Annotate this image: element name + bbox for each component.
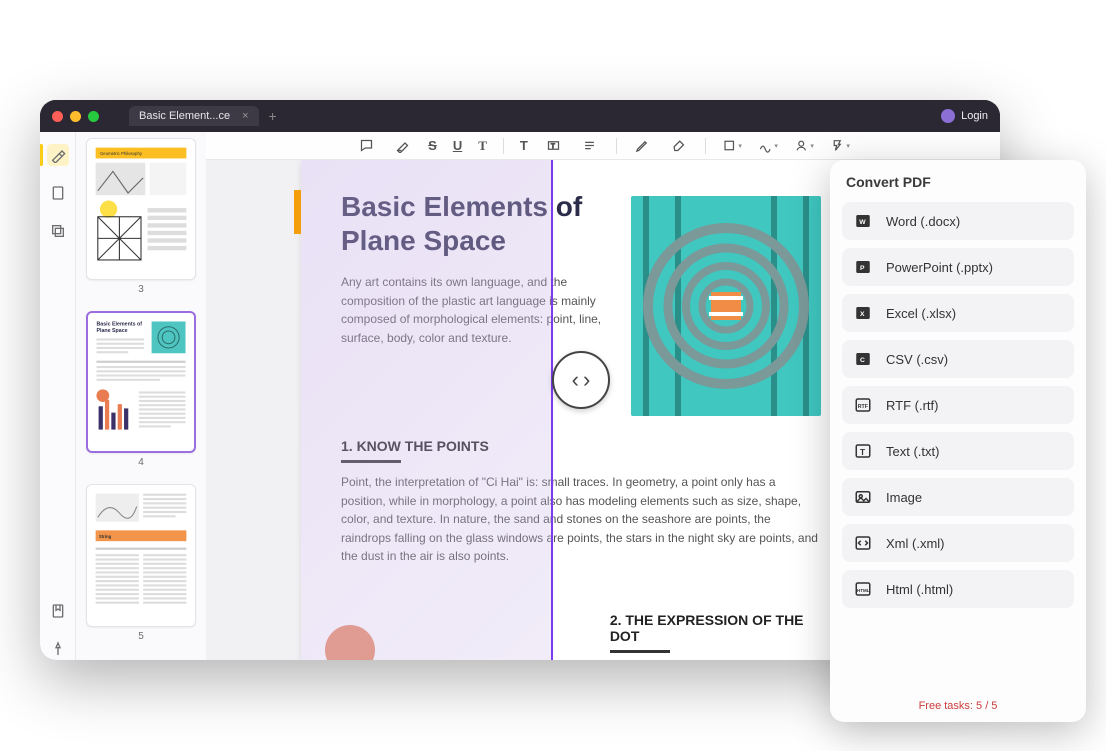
convert-label: Image: [886, 490, 922, 505]
bookmark-tool-icon[interactable]: [47, 600, 69, 622]
convert-html[interactable]: HTML Html (.html): [842, 570, 1074, 608]
svg-text:C: C: [860, 357, 865, 364]
svg-text:Basic Elements of: Basic Elements of: [96, 322, 142, 328]
highlighter-tool-icon[interactable]: [47, 144, 69, 166]
pin-tool-icon[interactable]: [47, 638, 69, 660]
convert-word[interactable]: W Word (.docx): [842, 202, 1074, 240]
txt-icon: T: [854, 442, 872, 460]
convert-label: RTF (.rtf): [886, 398, 938, 413]
xls-icon: X: [854, 304, 872, 322]
layers-tool-icon[interactable]: [47, 220, 69, 242]
login-button[interactable]: Login: [941, 109, 988, 123]
heading-underline: [341, 460, 401, 463]
section-1-heading: 1. KNOW THE POINTS: [341, 438, 821, 454]
accent-stripe: [294, 190, 301, 234]
page-title: Basic Elements of Plane Space: [341, 190, 617, 257]
more-icon[interactable]: [830, 136, 850, 156]
page-tool-icon[interactable]: [47, 182, 69, 204]
title-bar: Basic Element...ce × + Login: [40, 100, 1000, 132]
svg-text:RTF: RTF: [858, 404, 869, 410]
text-edit-icon[interactable]: T: [478, 138, 487, 154]
intro-paragraph: Any art contains its own language, and t…: [341, 273, 617, 347]
minimize-window-button[interactable]: [70, 111, 81, 122]
convert-ppt[interactable]: P PowerPoint (.pptx): [842, 248, 1074, 286]
heading-underline: [610, 650, 670, 653]
close-window-button[interactable]: [52, 111, 63, 122]
rtf-icon: RTF: [854, 396, 872, 414]
thumbnail-panel: Geometric Philosophy 3: [76, 132, 206, 660]
free-tasks-label: Free tasks: 5 / 5: [842, 692, 1074, 712]
signature-icon[interactable]: [758, 136, 778, 156]
toolbar-separator: [503, 138, 504, 154]
pen-icon[interactable]: [633, 136, 653, 156]
thumb-number: 3: [86, 280, 196, 305]
avatar-icon: [941, 109, 955, 123]
convert-label: Xml (.xml): [886, 536, 945, 551]
convert-csv[interactable]: C CSV (.csv): [842, 340, 1074, 378]
redact-icon[interactable]: [794, 136, 814, 156]
convert-image[interactable]: Image: [842, 478, 1074, 516]
thumbnail-page-3[interactable]: Geometric Philosophy 3: [86, 138, 196, 305]
toolbar-separator: [705, 138, 706, 154]
img-icon: [854, 488, 872, 506]
xml-icon: [854, 534, 872, 552]
stamp-icon[interactable]: [722, 136, 742, 156]
convert-list: W Word (.docx) P PowerPoint (.pptx) X Ex…: [842, 202, 1074, 692]
svg-text:T: T: [860, 448, 865, 457]
convert-label: Text (.txt): [886, 444, 939, 459]
close-tab-button[interactable]: ×: [242, 110, 248, 122]
annotation-toolbar: S U T T T: [206, 132, 1000, 160]
csv-icon: C: [854, 350, 872, 368]
convert-excel[interactable]: X Excel (.xlsx): [842, 294, 1074, 332]
convert-label: Word (.docx): [886, 214, 960, 229]
word-icon: W: [854, 212, 872, 230]
maximize-window-button[interactable]: [88, 111, 99, 122]
convert-label: Html (.html): [886, 582, 953, 597]
svg-text:HTML: HTML: [857, 588, 870, 593]
toolbar-separator: [616, 138, 617, 154]
page-content: Basic Elements of Plane Space Any art co…: [301, 160, 861, 660]
thumb-number: 4: [86, 453, 196, 478]
note-icon[interactable]: [356, 136, 376, 156]
svg-text:X: X: [860, 311, 865, 318]
svg-text:T: T: [551, 143, 555, 150]
left-tool-rail: [40, 132, 76, 660]
thumbnail-page-5[interactable]: String: [86, 484, 196, 651]
underline-icon[interactable]: U: [453, 138, 462, 153]
compare-handle[interactable]: ‹›: [552, 351, 610, 409]
thumb-number: 5: [86, 627, 196, 652]
convert-panel: Convert PDF W Word (.docx) P PowerPoint …: [830, 160, 1086, 722]
decorative-circle: [325, 625, 375, 660]
thumbnail-page-4[interactable]: Basic Elements of Plane Space: [86, 311, 196, 478]
ppt-icon: P: [854, 258, 872, 276]
highlight-icon[interactable]: [392, 136, 412, 156]
convert-label: CSV (.csv): [886, 352, 948, 367]
window-controls: [52, 111, 99, 122]
convert-text[interactable]: T Text (.txt): [842, 432, 1074, 470]
eraser-icon[interactable]: [669, 136, 689, 156]
section-1-body: Point, the interpretation of "Ci Hai" is…: [341, 473, 821, 566]
html-icon: HTML: [854, 580, 872, 598]
convert-label: PowerPoint (.pptx): [886, 260, 993, 275]
fill-text-icon[interactable]: T: [544, 136, 564, 156]
svg-text:P: P: [860, 265, 865, 272]
convert-xml[interactable]: Xml (.xml): [842, 524, 1074, 562]
textbox-icon[interactable]: T: [520, 138, 528, 153]
svg-text:String: String: [99, 534, 112, 539]
convert-title: Convert PDF: [842, 174, 1074, 190]
svg-text:W: W: [859, 219, 866, 226]
convert-rtf[interactable]: RTF RTF (.rtf): [842, 386, 1074, 424]
document-tab[interactable]: Basic Element...ce ×: [129, 106, 259, 126]
svg-text:Geometric Philosophy: Geometric Philosophy: [100, 151, 143, 156]
new-tab-button[interactable]: +: [269, 108, 277, 124]
strike-icon[interactable]: S: [428, 138, 437, 153]
paragraph-icon[interactable]: [580, 136, 600, 156]
tab-label: Basic Element...ce: [139, 110, 230, 122]
svg-text:Plane Space: Plane Space: [96, 328, 127, 334]
convert-label: Excel (.xlsx): [886, 306, 956, 321]
hero-image: [631, 196, 821, 416]
section-2-heading: 2. THE EXPRESSION OF THE DOT: [610, 612, 821, 644]
login-label: Login: [961, 110, 988, 122]
